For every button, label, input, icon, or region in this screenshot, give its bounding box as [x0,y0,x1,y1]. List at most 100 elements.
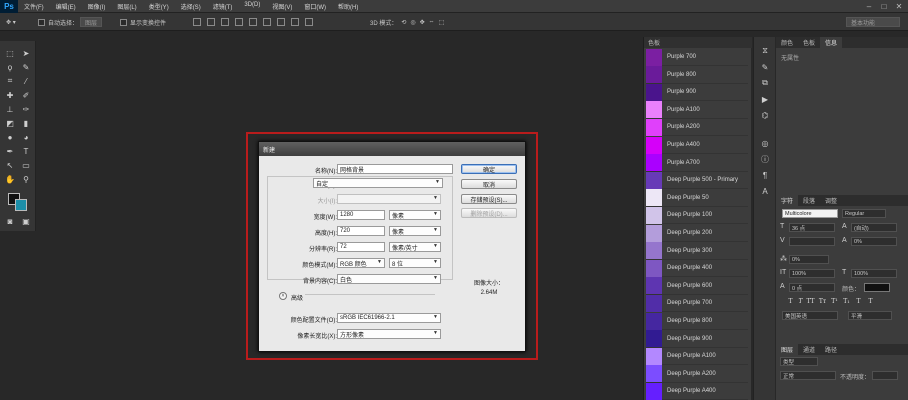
actions-play-icon[interactable]: ▶ [759,93,771,105]
align-bottom-icon[interactable] [221,18,229,26]
clone-source-icon[interactable]: ⧉ [759,77,771,89]
font-size-field[interactable]: 36 点 [789,223,835,232]
horizontal-scale-field[interactable]: 100% [851,269,897,278]
blend-mode-select[interactable]: 正常 [780,371,836,380]
maximize-icon[interactable]: □ [877,0,891,13]
swatch-item[interactable]: Purple 800 [646,66,748,84]
kerning-field[interactable] [789,237,835,246]
roll-3d-icon[interactable]: ◎ [410,19,415,26]
show-transform-checkbox[interactable]: 显示变换控件 [120,17,166,27]
ok-button[interactable]: 确定 [461,164,517,174]
info-icon[interactable]: ⓘ [759,153,771,165]
menu-item[interactable]: 图像(I) [82,2,112,11]
swatch-item[interactable]: Deep Purple A200 [646,365,748,383]
slide-3d-icon[interactable]: ⇔ [429,19,435,25]
tab-info[interactable]: 信息 [820,37,843,48]
anti-alias-select[interactable]: 平滑 [848,311,892,320]
stamp-icon[interactable]: ⊥ [4,103,16,115]
tab-character[interactable]: 字符 [776,195,799,206]
layer-filter-select[interactable]: 类型 [780,357,818,366]
swatch-item[interactable]: Deep Purple 100 [646,206,748,225]
tab-channels[interactable]: 通道 [798,344,820,355]
tab-paragraph[interactable]: 段落 [798,195,820,206]
menu-item[interactable]: 3D(D) [238,2,266,11]
navigator-icon[interactable]: ◎ [759,137,771,149]
preset-select[interactable]: 自定 ▼ [313,178,443,188]
zoom-icon[interactable]: ⚲ [20,173,32,185]
background-contents-select[interactable]: 白色 ▼ [337,274,441,284]
cancel-button[interactable]: 取消 [461,179,517,189]
swatch-item[interactable]: Purple A100 [646,101,748,119]
align-top-icon[interactable] [193,18,201,26]
leading-field[interactable]: (自动) [851,223,897,232]
paragraph-icon[interactable]: ¶ [759,169,771,181]
eyedropper-icon[interactable]: ⁄ [20,75,32,87]
type-icon[interactable]: T [20,145,32,157]
swatch-item[interactable]: Deep Purple 500 - Primary [646,171,748,190]
tool-preset-icon[interactable]: ⌬ [759,109,771,121]
faux-bold-icon[interactable]: T [786,297,795,306]
auto-select-checkbox[interactable]: 自动选择： [38,17,78,27]
character-style-icon[interactable]: A [759,185,771,197]
tsume-field[interactable]: 0% [789,255,829,264]
scale-3d-icon[interactable]: ⬚ [439,19,445,26]
blur-icon[interactable]: ● [4,131,16,143]
move-tool-icon[interactable]: ✥ ▾ [6,17,16,27]
align-right-icon[interactable] [263,18,271,26]
history-icon[interactable]: ⧖ [759,45,771,57]
menu-item[interactable]: 图层(L) [111,2,142,11]
tab-adjustments[interactable]: 调整 [820,195,842,206]
healing-icon[interactable]: ✚ [4,89,16,101]
shape-icon[interactable]: ▭ [20,159,32,171]
align-icons[interactable] [190,17,316,27]
path-select-icon[interactable]: ↖ [4,159,16,171]
swatch-item[interactable]: Deep Purple A100 [646,347,748,366]
eraser-icon[interactable]: ◩ [4,117,16,129]
menu-item[interactable]: 选择(S) [175,2,207,11]
width-input[interactable]: 1280 [337,210,385,220]
swatch-item[interactable]: Purple 900 [646,83,748,102]
menu-item[interactable]: 窗口(W) [298,2,332,11]
pixel-aspect-select[interactable]: 方形像素 ▼ [337,329,441,339]
resolution-input[interactable]: 72 [337,242,385,252]
brush-preset-icon[interactable]: ✎ [759,61,771,73]
swatch-item[interactable]: Purple A200 [646,118,748,137]
brush-icon[interactable]: ✐ [20,89,32,101]
bit-depth-select[interactable]: 8 位 ▼ [389,258,441,268]
tab-paths[interactable]: 路径 [820,344,842,355]
hand-icon[interactable]: ✋ [4,173,16,185]
tab-color[interactable]: 颜色 [776,37,798,48]
magic-wand-icon[interactable]: ✎ [20,61,32,73]
language-select[interactable]: 美国英语 [782,311,838,320]
underline-icon[interactable]: T [854,297,863,306]
swatch-item[interactable]: Deep Purple 300 [646,242,748,260]
superscript-icon[interactable]: T¹ [830,297,839,306]
small-caps-icon[interactable]: Tт [818,297,827,306]
swatch-item[interactable]: Deep Purple 50 [646,189,748,207]
align-center-icon[interactable] [249,18,257,26]
swatch-item[interactable]: Deep Purple A400 [646,382,748,400]
swatch-item[interactable]: Deep Purple 900 [646,330,748,348]
pan-3d-icon[interactable]: ✥ [420,19,425,26]
name-input[interactable]: 网格背景 [337,164,453,174]
auto-select-dropdown[interactable]: 图层 [80,17,103,27]
screen-mode-icon[interactable]: ▣ [20,215,32,227]
swatch-item[interactable]: Deep Purple 200 [646,224,748,242]
rotate-3d-icon[interactable]: ⟲ [401,19,406,26]
menu-item[interactable]: 类型(Y) [143,2,175,11]
vertical-scale-field[interactable]: 100% [789,269,835,278]
swatch-item[interactable]: Purple A700 [646,154,748,172]
height-input[interactable]: 720 [337,226,385,236]
distribute-h-icon[interactable] [291,18,299,26]
crop-icon[interactable]: ⌗ [4,75,16,87]
workspace-switcher[interactable]: 基本功能 [846,17,900,27]
dodge-icon[interactable]: ◕ [20,131,32,143]
swatch-item[interactable]: Purple A400 [646,136,748,154]
advanced-toggle-icon[interactable]: ˄ [279,292,287,300]
subscript-icon[interactable]: T₁ [842,297,851,306]
color-mode-select[interactable]: RGB 颜色 ▼ [337,258,385,268]
pen-icon[interactable]: ✒ [4,145,16,157]
history-brush-icon[interactable]: ✑ [20,103,32,115]
minimize-icon[interactable]: – [862,0,876,13]
width-unit-select[interactable]: 像素 ▼ [389,210,441,220]
